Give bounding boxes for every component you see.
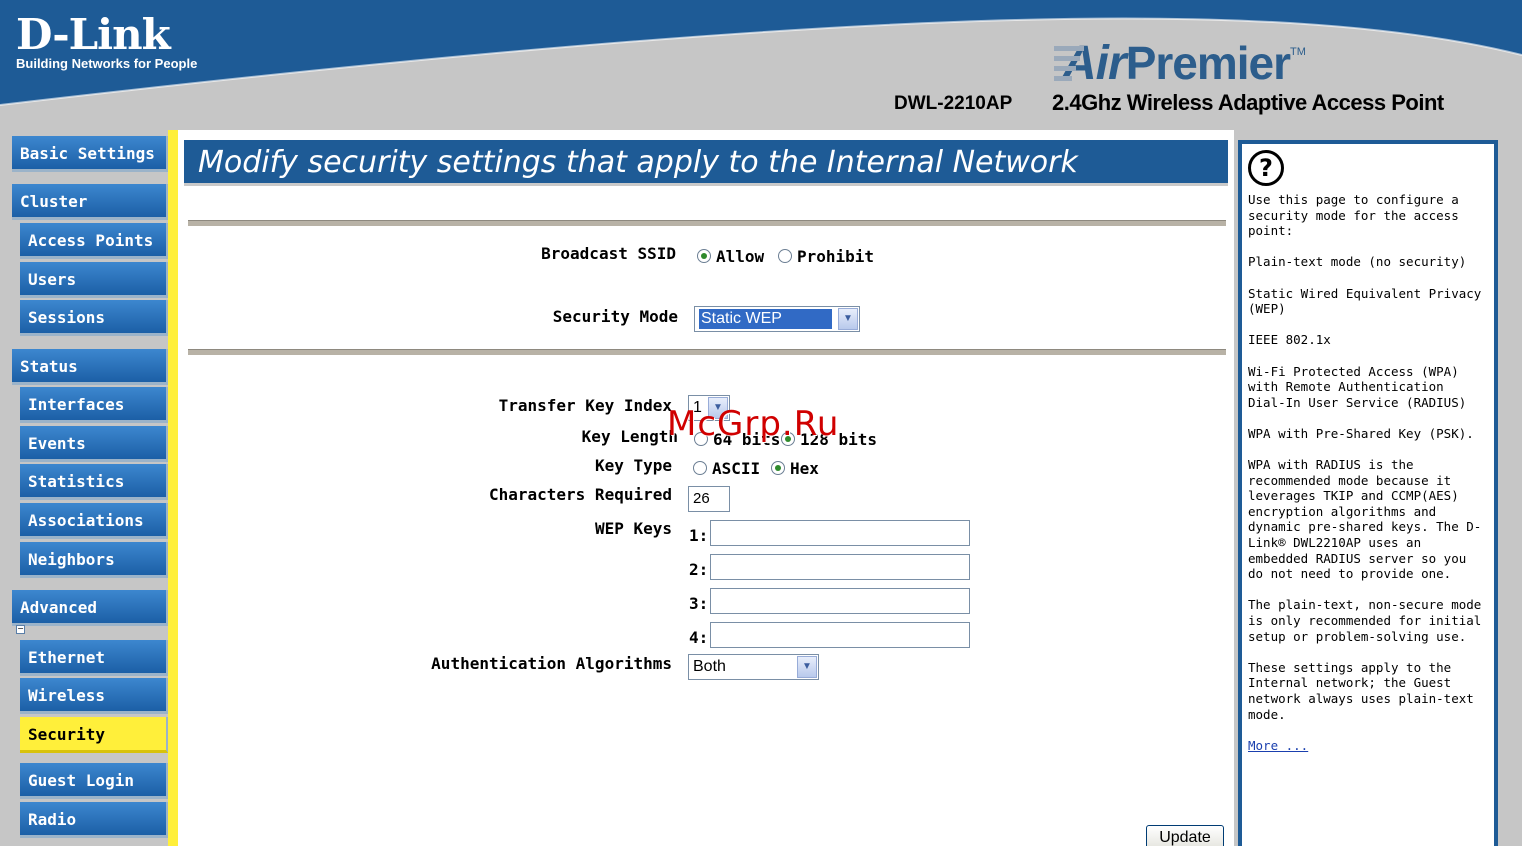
wep-key-3-number: 3: — [689, 594, 709, 613]
sidebar-item-basic-settings[interactable]: Basic Settings — [12, 136, 168, 172]
wep-key-1-input[interactable] — [710, 520, 970, 546]
broadcast-ssid-prohibit-option[interactable]: Prohibit — [778, 247, 874, 266]
characters-required-label: Characters Required — [488, 485, 672, 504]
help-more-link[interactable]: More ... — [1248, 738, 1308, 753]
wep-key-2-input[interactable] — [710, 554, 970, 580]
brand-trademark: TM — [1290, 46, 1306, 58]
key-type-ascii-option[interactable]: ASCII — [693, 459, 760, 478]
broadcast-ssid-allow-radio[interactable] — [697, 249, 711, 263]
sidebar-item-security[interactable]: Security — [20, 717, 168, 753]
wep-keys-label: WEP Keys — [594, 519, 672, 538]
help-panel-frame: ? Use this page to configure a security … — [1234, 130, 1522, 846]
key-type-ascii-label: ASCII — [712, 459, 761, 478]
sidebar-item-associations[interactable]: Associations — [20, 503, 168, 539]
help-paragraph: Plain-text mode (no security) — [1248, 254, 1467, 270]
key-length-label: Key Length — [581, 427, 678, 446]
sidebar-item-status[interactable]: Status — [12, 349, 168, 385]
airpremier-brand: AirPremierTM — [1054, 36, 1306, 92]
chevron-down-icon[interactable]: ▼ — [838, 308, 858, 330]
sidebar-item-ethernet[interactable]: Ethernet — [20, 640, 168, 676]
key-type-hex-radio[interactable] — [771, 461, 785, 475]
header-banner: D-Link Building Networks for People AirP… — [0, 0, 1522, 130]
divider-middle — [188, 349, 1226, 355]
sidebar-item-access-points[interactable]: Access Points — [20, 223, 168, 259]
key-type-hex-label: Hex — [790, 459, 819, 478]
page-title: Modify security settings that apply to t… — [184, 140, 1228, 186]
brand-premier: Premier — [1125, 37, 1291, 89]
key-type-hex-option[interactable]: Hex — [771, 459, 819, 478]
sidebar-item-advanced[interactable]: Advanced — [12, 590, 168, 626]
main-content: Modify security settings that apply to t… — [178, 130, 1234, 846]
sidebar-item-wireless[interactable]: Wireless — [20, 678, 168, 714]
sidebar-item-radio[interactable]: Radio — [20, 802, 168, 838]
update-button[interactable]: Update — [1146, 825, 1224, 846]
help-paragraph: Wi-Fi Protected Access (WPA) with Remote… — [1248, 363, 1467, 410]
help-paragraph: Static Wired Equivalent Privacy (WEP) — [1248, 285, 1482, 317]
dlink-logo: D-Link Building Networks for People — [16, 10, 198, 72]
security-mode-select[interactable]: Static WEP ▼ — [694, 306, 860, 332]
sidebar-item-neighbors[interactable]: Neighbors — [20, 542, 168, 578]
logo-wordmark: D-Link — [16, 10, 171, 59]
logo-tagline: Building Networks for People — [16, 56, 198, 71]
sidebar-accent-bar — [168, 130, 178, 846]
help-paragraph: IEEE 802.1x — [1248, 332, 1331, 348]
security-mode-label: Security Mode — [552, 307, 678, 326]
key-type-label: Key Type — [594, 456, 672, 475]
characters-required-field: 26 — [688, 486, 730, 512]
security-mode-value: Static WEP — [699, 309, 832, 329]
transfer-key-index-label: Transfer Key Index — [498, 396, 672, 415]
help-paragraph: WPA with Pre-Shared Key (PSK). — [1248, 425, 1474, 441]
product-name: 2.4Ghz Wireless Adaptive Access Point — [1052, 90, 1444, 115]
wep-key-4-number: 4: — [689, 628, 709, 647]
broadcast-ssid-label: Broadcast SSID — [541, 244, 676, 263]
watermark-text: McGrp.Ru — [667, 404, 840, 444]
broadcast-ssid-allow-option[interactable]: Allow — [697, 247, 764, 266]
auth-algorithms-value: Both — [693, 658, 726, 675]
wep-key-3-input[interactable] — [710, 588, 970, 614]
wep-key-2-number: 2: — [689, 560, 709, 579]
help-paragraph: The plain-text, non-secure mode is only … — [1248, 597, 1482, 644]
sidebar-item-sessions[interactable]: Sessions — [20, 300, 168, 336]
help-paragraph: Use this page to configure a security mo… — [1248, 192, 1459, 239]
question-mark-icon: ? — [1248, 150, 1284, 186]
help-paragraph: WPA with RADIUS is the recommended mode … — [1248, 457, 1482, 582]
key-type-ascii-radio[interactable] — [693, 461, 707, 475]
chevron-down-icon[interactable]: ▼ — [797, 656, 817, 678]
sidebar-item-interfaces[interactable]: Interfaces — [20, 387, 168, 423]
wep-key-4-input[interactable] — [710, 622, 970, 648]
divider-top — [188, 220, 1226, 226]
brand-speed-stripes-icon — [1054, 46, 1084, 81]
auth-algorithms-select[interactable]: Both ▼ — [688, 654, 819, 680]
sidebar-item-events[interactable]: Events — [20, 426, 168, 462]
help-paragraph: These settings apply to the Internal net… — [1248, 659, 1474, 722]
sidebar-item-users[interactable]: Users — [20, 262, 168, 298]
broadcast-ssid-prohibit-radio[interactable] — [778, 249, 792, 263]
wep-key-1-number: 1: — [689, 526, 709, 545]
sidebar-item-cluster[interactable]: Cluster — [12, 184, 168, 220]
sidebar: Basic Settings Cluster Access Points Use… — [0, 130, 178, 846]
broadcast-ssid-allow-label: Allow — [716, 247, 765, 266]
model-number: DWL-2210AP — [894, 93, 1013, 114]
help-panel: ? Use this page to configure a security … — [1238, 140, 1498, 846]
sidebar-item-guest-login[interactable]: Guest Login — [20, 763, 168, 799]
broadcast-ssid-prohibit-label: Prohibit — [797, 247, 875, 266]
collapse-minus-icon[interactable]: − — [16, 625, 25, 634]
sidebar-item-statistics[interactable]: Statistics — [20, 464, 168, 500]
auth-algorithms-label: Authentication Algorithms — [431, 654, 672, 673]
